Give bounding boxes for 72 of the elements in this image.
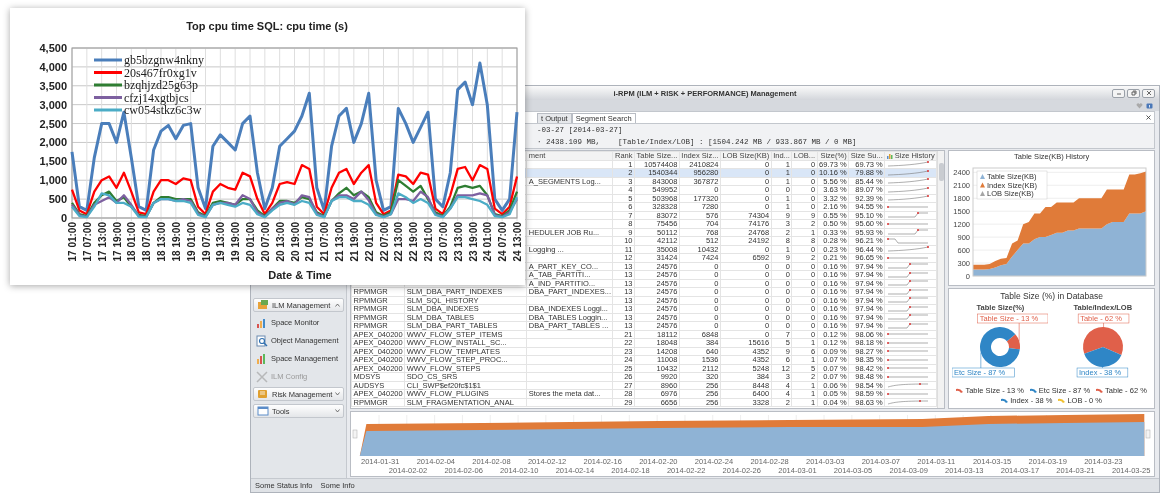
range-handle[interactable] [352,429,358,439]
chart-title: Top cpu time SQL: cpu time (s) [186,20,348,32]
x-tick-label: 24 13:00 [512,222,523,262]
heart-icon[interactable] [1136,102,1143,109]
y-tick-label: 2,500 [39,117,67,130]
x-tick-label: 19 07:00 [200,222,212,262]
x-tick-label: 24 07:00 [497,222,509,262]
y-tick-label: 0 [60,212,67,224]
x-tick-label: 22 07:00 [378,222,390,262]
x-tick-label: 23 01:00 [423,222,434,262]
crossed-tools-icon [256,370,268,383]
x-tick-label: 19 13:00 [215,222,227,262]
close-button[interactable] [1146,115,1151,120]
bar-chart-icon [256,352,268,365]
legend-box [977,170,1048,200]
x-tick-label: 20 01:00 [245,222,256,262]
x-tick-label: 22 19:00 [408,222,420,262]
x-tick-label: 17 01:00 [67,222,78,262]
x-tick-label: 21 19:00 [348,222,360,262]
chevron-icon [335,392,341,396]
y-tick-label: 2,000 [39,136,67,149]
y-tick-label: 4,500 [39,42,67,54]
info-icon[interactable] [1146,102,1153,109]
sparkline-drawing [886,399,929,406]
y-tick-label: 1,500 [39,155,67,168]
x-tick-label: 17 13:00 [96,222,108,262]
x-tick-label: 21 07:00 [319,222,331,262]
bar-chart-icon [256,316,268,329]
y-tick-label: 3,500 [39,79,67,92]
panel-title: Table Size (%) in Database [999,291,1104,301]
scrollbar-thumb[interactable] [938,163,944,181]
y-tick-label: 3,000 [39,98,67,111]
x-tick-label: 21 13:00 [334,222,345,262]
legend-label: gb5bzgnw4nkny [124,53,204,67]
x-tick-label: 20 13:00 [274,222,286,262]
x-tick-label: 19 19:00 [230,222,242,262]
leader-line [1103,322,1104,328]
leader-line [1019,322,1020,342]
legend-label: cw054stkz6c3w [124,103,202,117]
pie-slice [1082,327,1123,355]
x-tick-label: 20 07:00 [259,222,271,262]
legend-label: bzqhjzd25g63p [124,78,198,92]
window-icon [257,405,269,417]
x-tick-label: 24 01:00 [482,222,494,262]
x-tick-label: 18 07:00 [141,222,153,262]
range-handle[interactable] [1145,429,1151,439]
y-tick-label: 500 [48,193,67,206]
x-tick-label: 22 13:00 [393,222,405,262]
notebook-icon [257,388,269,400]
x-tick-label: 23 13:00 [452,222,464,262]
chevron-icon [335,303,340,307]
x-tick-label: 23 19:00 [467,222,479,262]
x-tick-label: 19 01:00 [185,222,197,262]
x-tick-label: 20 19:00 [289,222,301,262]
scrollbar[interactable] [937,151,945,408]
x-tick-label: 18 01:00 [126,222,138,262]
search-icon [256,334,268,347]
leader-line [980,352,982,369]
y-tick-label: 1,000 [39,174,67,187]
chevron-icon [335,409,340,413]
x-tick-label: 18 19:00 [170,222,182,262]
bar-chart-icon [886,152,893,159]
x-tick-label: 21 01:00 [304,222,316,262]
y-tick-label: 4,000 [39,60,67,73]
x-tick-label: 17 07:00 [81,222,93,262]
pie-slice [1084,347,1122,367]
x-tick-label: 17 19:00 [111,222,123,262]
x-tick-label: 22 01:00 [363,222,375,262]
box-icon [257,299,269,311]
x-tick-label: 18 13:00 [156,222,167,262]
x-tick-label: 23 07:00 [437,222,449,262]
axis-title: Date & Time [268,269,332,281]
